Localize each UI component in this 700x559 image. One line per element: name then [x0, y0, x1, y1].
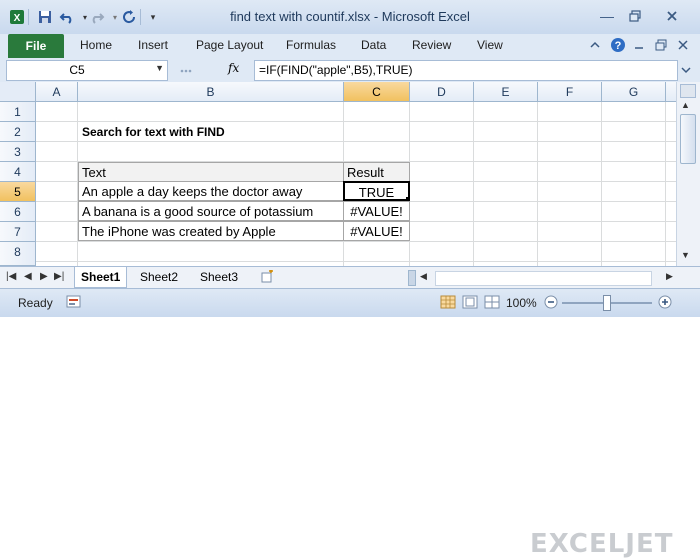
formula-bar-splitter-icon[interactable] [178, 65, 212, 75]
close-icon[interactable] [652, 6, 692, 26]
tab-split-handle[interactable] [408, 270, 416, 286]
zoom-slider-thumb[interactable] [603, 295, 611, 311]
sheet-tab-sheet3[interactable]: Sheet3 [194, 267, 244, 287]
last-sheet-icon[interactable]: ▶| [54, 271, 64, 282]
next-sheet-icon[interactable]: ▶ [40, 271, 48, 282]
gridline [36, 261, 676, 262]
active-cell-c5[interactable]: TRUE [343, 181, 410, 201]
restore-icon[interactable] [622, 6, 648, 26]
gridline [473, 102, 474, 266]
table-cell-text[interactable]: The iPhone was created by Apple [78, 221, 344, 241]
gridline [601, 102, 602, 266]
table-header-result[interactable]: Result [343, 162, 410, 182]
row-header-6[interactable]: 6 [0, 202, 36, 222]
tab-data[interactable]: Data [361, 38, 386, 52]
tab-insert[interactable]: Insert [138, 38, 168, 52]
row-header-2[interactable]: 2 [0, 122, 36, 142]
zoom-level[interactable]: 100% [506, 296, 537, 310]
status-ready: Ready [18, 296, 53, 310]
column-header-b[interactable]: B [78, 82, 344, 102]
tab-page-layout[interactable]: Page Layout [196, 38, 263, 52]
row-header-4[interactable]: 4 [0, 162, 36, 182]
column-header-d[interactable]: D [410, 82, 474, 102]
vertical-scrollbar[interactable]: ▲ ▼ [676, 82, 700, 266]
sheet-tab-sheet2[interactable]: Sheet2 [134, 267, 184, 287]
page-break-view-icon[interactable] [484, 295, 500, 312]
scroll-up-icon[interactable]: ▲ [681, 100, 690, 110]
formula-input[interactable]: =IF(FIND("apple",B5),TRUE) [254, 60, 678, 81]
tab-review[interactable]: Review [412, 38, 451, 52]
first-sheet-icon[interactable]: |◀ [6, 271, 16, 282]
chevron-down-icon[interactable]: ▼ [155, 63, 164, 73]
tab-formulas[interactable]: Formulas [286, 38, 336, 52]
insert-sheet-icon[interactable] [260, 269, 274, 287]
column-header-partial[interactable] [666, 82, 676, 102]
minimize-icon[interactable]: — [594, 6, 620, 26]
gridline [537, 102, 538, 266]
row-header-8[interactable]: 8 [0, 242, 36, 266]
column-header-e[interactable]: E [474, 82, 538, 102]
insert-function-button[interactable]: fx [228, 61, 239, 75]
table-cell-result: TRUE [358, 185, 395, 200]
select-all-corner[interactable] [0, 82, 36, 102]
file-tab[interactable]: File [8, 34, 64, 58]
zoom-out-icon[interactable] [544, 295, 558, 312]
formula-text: =IF(FIND("apple",B5),TRUE) [259, 63, 413, 77]
scroll-right-icon[interactable]: ▶ [666, 271, 673, 282]
column-header-g[interactable]: G [602, 82, 666, 102]
gridline [36, 241, 676, 242]
workbook-restore-icon[interactable] [654, 38, 668, 55]
table-cell-text[interactable]: An apple a day keeps the doctor away [78, 181, 344, 201]
table-cell-result[interactable]: #VALUE! [343, 201, 410, 221]
row-header-7[interactable]: 7 [0, 222, 36, 242]
workbook-minimize-icon[interactable] [632, 38, 646, 55]
workbook-close-icon[interactable] [676, 38, 690, 55]
name-box-value: C5 [69, 63, 85, 77]
sheet-tabs-bar: |◀ ◀ ▶ ▶| Sheet1 Sheet2 Sheet3 ◀ EXCELJE… [0, 266, 700, 559]
row-header-1[interactable]: 1 [0, 102, 36, 122]
formula-bar: C5 ▼ fx =IF(FIND("apple",B5),TRUE) [0, 58, 700, 83]
column-header-a[interactable]: A [36, 82, 78, 102]
scroll-down-icon[interactable]: ▼ [681, 250, 690, 260]
ribbon-minimize-icon[interactable] [588, 38, 602, 55]
expand-formula-bar-icon[interactable] [680, 64, 692, 79]
row-header-3[interactable]: 3 [0, 142, 36, 162]
help-icon[interactable]: ? [610, 37, 626, 56]
name-box[interactable]: C5 ▼ [6, 60, 168, 81]
zoom-in-icon[interactable] [658, 295, 672, 312]
row-header-5[interactable]: 5 [0, 182, 36, 202]
scroll-left-icon[interactable]: ◀ [420, 271, 427, 282]
tab-home[interactable]: Home [80, 38, 112, 52]
svg-text:?: ? [615, 40, 622, 52]
title-bar: X ▾ ▾ ▾ find text with countif.xlsx - Mi… [0, 0, 700, 34]
table-cell-text[interactable]: A banana is a good source of potassium [78, 201, 344, 221]
status-bar: Ready 100% [0, 288, 700, 317]
table-cell-result[interactable]: #VALUE! [343, 221, 410, 241]
ribbon-tabs: File Home Insert Page Layout Formulas Da… [0, 34, 700, 59]
scroll-thumb[interactable] [680, 114, 696, 164]
tab-view[interactable]: View [477, 38, 503, 52]
sheet-tab-sheet1[interactable]: Sheet1 [74, 267, 128, 288]
horizontal-scroll-track[interactable] [435, 271, 652, 286]
gridline [665, 102, 666, 266]
sheet-heading[interactable]: Search for text with FIND [82, 122, 225, 142]
table-header-text[interactable]: Text [78, 162, 344, 182]
normal-view-icon[interactable] [440, 295, 456, 312]
macro-record-icon[interactable] [66, 295, 82, 312]
worksheet-grid[interactable]: A B C D E F G 1 2 3 4 5 6 7 8 Search for… [0, 82, 676, 266]
column-header-c[interactable]: C [344, 82, 410, 102]
split-box[interactable] [680, 84, 696, 98]
prev-sheet-icon[interactable]: ◀ [24, 271, 32, 282]
column-header-f[interactable]: F [538, 82, 602, 102]
watermark: EXCELJET [530, 529, 674, 559]
page-layout-view-icon[interactable] [462, 295, 478, 312]
